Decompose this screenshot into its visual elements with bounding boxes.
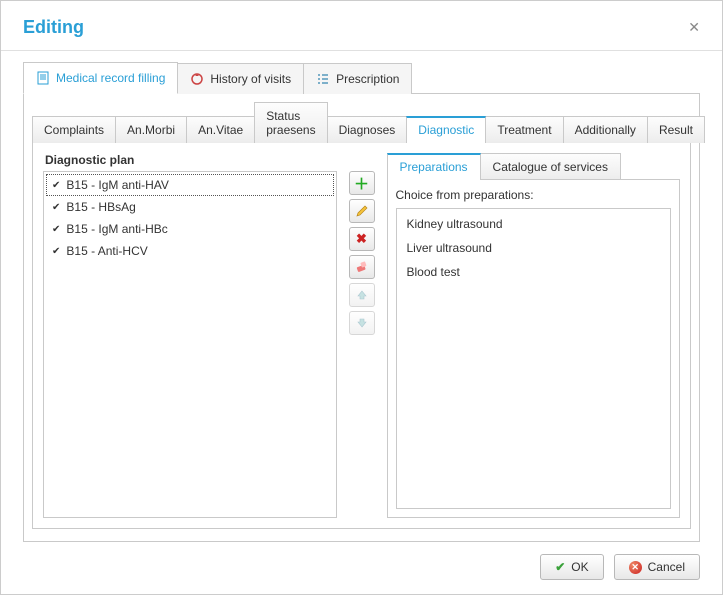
top-tabs: Medical record filling History of visits… bbox=[23, 61, 700, 94]
move-up-button[interactable] bbox=[349, 283, 375, 307]
list-item[interactable]: Liver ultrasound bbox=[401, 237, 667, 259]
tab-diagnoses[interactable]: Diagnoses bbox=[327, 116, 408, 143]
tab-medical-record[interactable]: Medical record filling bbox=[23, 62, 178, 94]
cancel-icon: ✕ bbox=[629, 561, 642, 574]
list-item-label: B15 - IgM anti-HAV bbox=[66, 178, 168, 192]
tab-label: History of visits bbox=[210, 72, 291, 86]
ok-button[interactable]: ✔ OK bbox=[540, 554, 603, 580]
list-icon bbox=[316, 72, 330, 86]
tab-history[interactable]: History of visits bbox=[177, 63, 304, 94]
cancel-button[interactable]: ✕ Cancel bbox=[614, 554, 700, 580]
check-icon: ✔ bbox=[52, 180, 60, 191]
tab-label: Prescription bbox=[336, 72, 399, 86]
check-icon: ✔ bbox=[52, 246, 60, 257]
move-down-button[interactable] bbox=[349, 311, 375, 335]
edit-icon bbox=[355, 204, 369, 218]
list-item-label: B15 - HBsAg bbox=[66, 200, 135, 214]
eraser-button[interactable] bbox=[349, 255, 375, 279]
tab-an-morbi[interactable]: An.Morbi bbox=[115, 116, 187, 143]
tab-status-praesens[interactable]: Status praesens bbox=[254, 102, 327, 143]
list-item[interactable]: Blood test bbox=[401, 261, 667, 283]
sub-tabs: Preparations Catalogue of services bbox=[387, 153, 681, 180]
list-item-label: B15 - Anti-HCV bbox=[66, 244, 147, 258]
eraser-icon bbox=[355, 260, 369, 274]
refresh-icon bbox=[190, 72, 204, 86]
diagnostic-panel: Diagnostic plan ✔ B15 - IgM anti-HAV ✔ B… bbox=[32, 142, 691, 529]
arrow-up-icon bbox=[356, 289, 368, 301]
choice-label: Choice from preparations: bbox=[396, 188, 672, 202]
preparations-list[interactable]: Kidney ultrasound Liver ultrasound Blood… bbox=[396, 208, 672, 509]
delete-icon: ✖ bbox=[356, 231, 367, 247]
button-label: OK bbox=[571, 560, 588, 574]
tab-an-vitae[interactable]: An.Vitae bbox=[186, 116, 255, 143]
titlebar: Editing ✕ bbox=[1, 1, 722, 51]
list-item[interactable]: ✔ B15 - HBsAg bbox=[46, 196, 334, 218]
tab-prescription[interactable]: Prescription bbox=[303, 63, 412, 94]
tab-panel: Complaints An.Morbi An.Vitae Status prae… bbox=[23, 94, 700, 542]
tab-label: Medical record filling bbox=[56, 71, 165, 85]
check-icon: ✔ bbox=[52, 202, 60, 213]
list-item-label: B15 - IgM anti-HBc bbox=[66, 222, 167, 236]
tab-preparations[interactable]: Preparations bbox=[387, 153, 481, 180]
content: Medical record filling History of visits… bbox=[1, 51, 722, 542]
toolbar-column: ＋ ✖ bbox=[349, 153, 375, 518]
tab-additionally[interactable]: Additionally bbox=[563, 116, 648, 143]
dialog-title: Editing bbox=[23, 17, 84, 38]
add-button[interactable]: ＋ bbox=[349, 171, 375, 195]
list-item[interactable]: ✔ B15 - Anti-HCV bbox=[46, 240, 334, 262]
add-icon: ＋ bbox=[354, 173, 369, 194]
edit-button[interactable] bbox=[349, 199, 375, 223]
diagnostic-plan-list[interactable]: ✔ B15 - IgM anti-HAV ✔ B15 - HBsAg ✔ B15… bbox=[43, 171, 337, 518]
list-item[interactable]: ✔ B15 - IgM anti-HAV bbox=[46, 174, 334, 196]
tab-result[interactable]: Result bbox=[647, 116, 705, 143]
document-icon bbox=[36, 71, 50, 85]
footer: ✔ OK ✕ Cancel bbox=[1, 542, 722, 594]
list-item[interactable]: Kidney ultrasound bbox=[401, 213, 667, 235]
delete-button[interactable]: ✖ bbox=[349, 227, 375, 251]
tab-diagnostic[interactable]: Diagnostic bbox=[406, 116, 486, 143]
editing-dialog: Editing ✕ Medical record filling History… bbox=[0, 0, 723, 595]
arrow-down-icon bbox=[356, 317, 368, 329]
button-label: Cancel bbox=[648, 560, 685, 574]
right-column: Preparations Catalogue of services Choic… bbox=[387, 153, 681, 518]
diagnostic-plan-title: Diagnostic plan bbox=[43, 153, 337, 167]
list-item[interactable]: ✔ B15 - IgM anti-HBc bbox=[46, 218, 334, 240]
diagnostic-plan-column: Diagnostic plan ✔ B15 - IgM anti-HAV ✔ B… bbox=[43, 153, 337, 518]
preparations-panel: Choice from preparations: Kidney ultraso… bbox=[387, 179, 681, 518]
tab-complaints[interactable]: Complaints bbox=[32, 116, 116, 143]
tab-treatment[interactable]: Treatment bbox=[485, 116, 563, 143]
close-icon[interactable]: ✕ bbox=[684, 15, 704, 40]
check-icon: ✔ bbox=[52, 224, 60, 235]
check-icon: ✔ bbox=[555, 560, 565, 574]
tab-catalogue[interactable]: Catalogue of services bbox=[480, 153, 621, 180]
inner-tabs: Complaints An.Morbi An.Vitae Status prae… bbox=[32, 102, 691, 143]
